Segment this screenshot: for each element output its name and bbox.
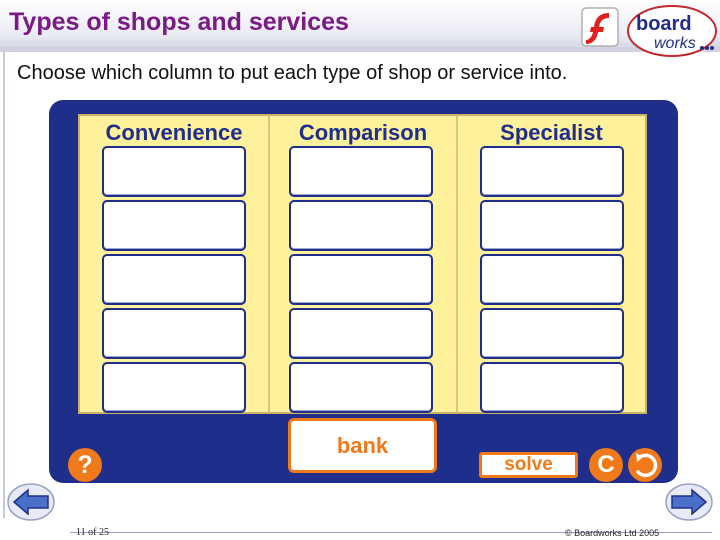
drop-slot[interactable] [289,200,433,251]
page-title: Types of shops and services [9,8,349,36]
bank-button[interactable]: bank [288,418,437,473]
help-icon[interactable]: ? [68,448,102,482]
svg-text:works: works [654,35,696,52]
left-margin-rule [3,40,5,518]
instructions-text: Choose which column to put each type of … [17,62,568,84]
page-number: 11 of 25 [76,527,109,538]
reset-icon[interactable] [628,448,662,482]
title-underline [0,47,720,50]
svg-text:board: board [636,13,692,35]
clear-icon[interactable]: C [589,448,623,482]
drop-slot[interactable] [480,254,624,305]
drop-slot[interactable] [289,254,433,305]
copyright-text: © Boardworks Ltd 2005 [565,528,660,538]
column-header: Convenience [105,120,243,145]
previous-slide-icon[interactable] [6,482,56,522]
drop-slot[interactable] [480,308,624,359]
drop-slot[interactable] [102,308,246,359]
column-header: Comparison [298,120,428,145]
column-comparison: Comparison [270,116,456,413]
drop-slot[interactable] [102,254,246,305]
drop-slot[interactable] [480,362,624,413]
drop-slot[interactable] [289,308,433,359]
next-slide-icon[interactable] [664,482,714,522]
column-convenience: Convenience [80,116,268,413]
drop-slot[interactable] [289,146,433,197]
flash-icon [581,7,619,47]
drop-slot[interactable] [102,362,246,413]
sorting-board: Convenience Comparison Specialist [78,114,647,414]
solve-button[interactable]: solve [479,452,578,478]
column-specialist: Specialist [458,116,645,413]
drop-slot[interactable] [102,200,246,251]
title-bar: Types of shops and services board works [0,0,720,57]
drop-slot[interactable] [480,146,624,197]
column-header: Specialist [500,120,603,145]
drop-slot[interactable] [480,200,624,251]
drop-slot[interactable] [102,146,246,197]
drop-slot[interactable] [289,362,433,413]
boardworks-logo: board works [627,5,717,57]
